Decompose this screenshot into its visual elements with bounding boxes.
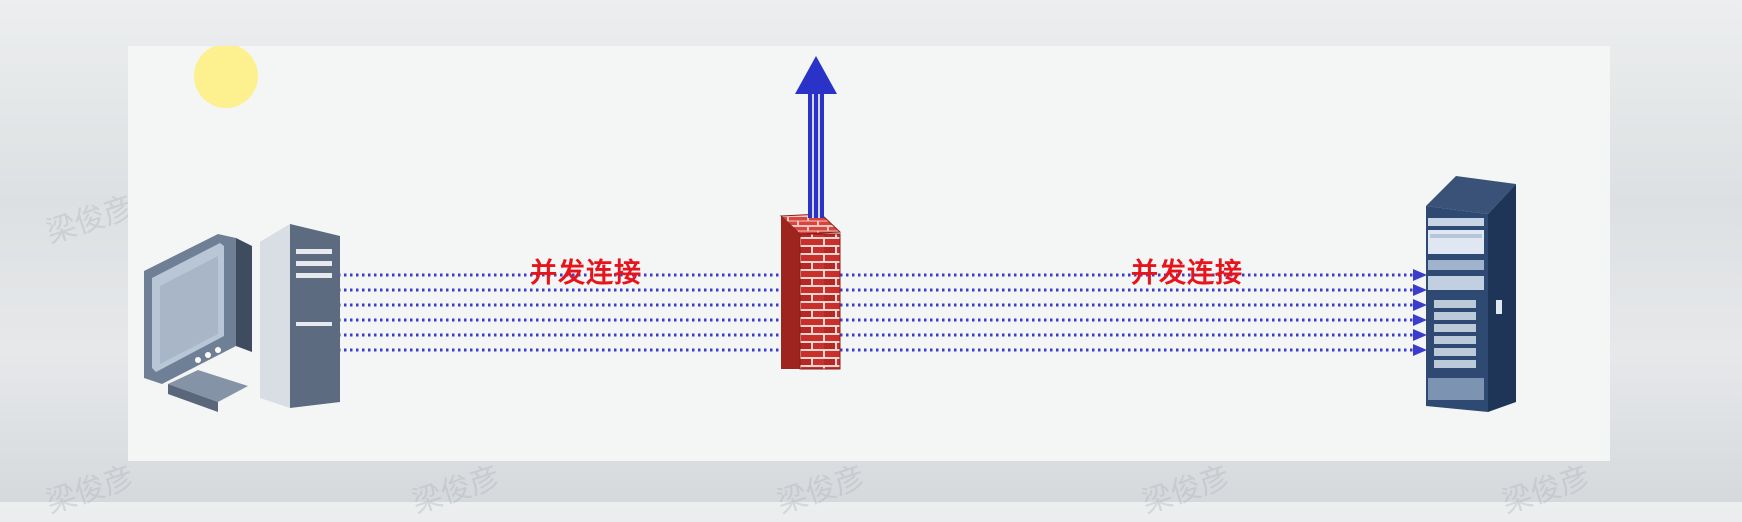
connection-arrowhead-right [1413,269,1427,281]
firewall-icon [779,213,842,370]
concurrent-connections-label-left: 并发连接 [530,258,642,289]
concurrent-connections-label-right: 并发连接 [1131,258,1243,289]
connection-arrowhead-right [1413,284,1427,296]
connection-arrowhead-right [1413,299,1427,311]
upward-arrow-icon [795,56,837,218]
diagram-slide: 并发连接 并发连接 [128,46,1610,461]
watermark: 梁俊彦 [407,459,505,521]
connection-arrowhead-right [1413,344,1427,356]
connection-arrowhead-right [1413,314,1427,326]
server-tower-icon [1426,176,1516,412]
client-computer-icon [144,224,340,412]
watermark: 梁俊彦 [41,189,139,251]
watermark: 梁俊彦 [772,459,870,521]
diagram-canvas [144,46,1516,412]
sun-icon [194,46,258,108]
connection-arrowhead-right [1413,329,1427,341]
watermark: 梁俊彦 [41,459,139,521]
watermark: 梁俊彦 [1137,459,1235,521]
watermark: 梁俊彦 [1497,459,1595,521]
